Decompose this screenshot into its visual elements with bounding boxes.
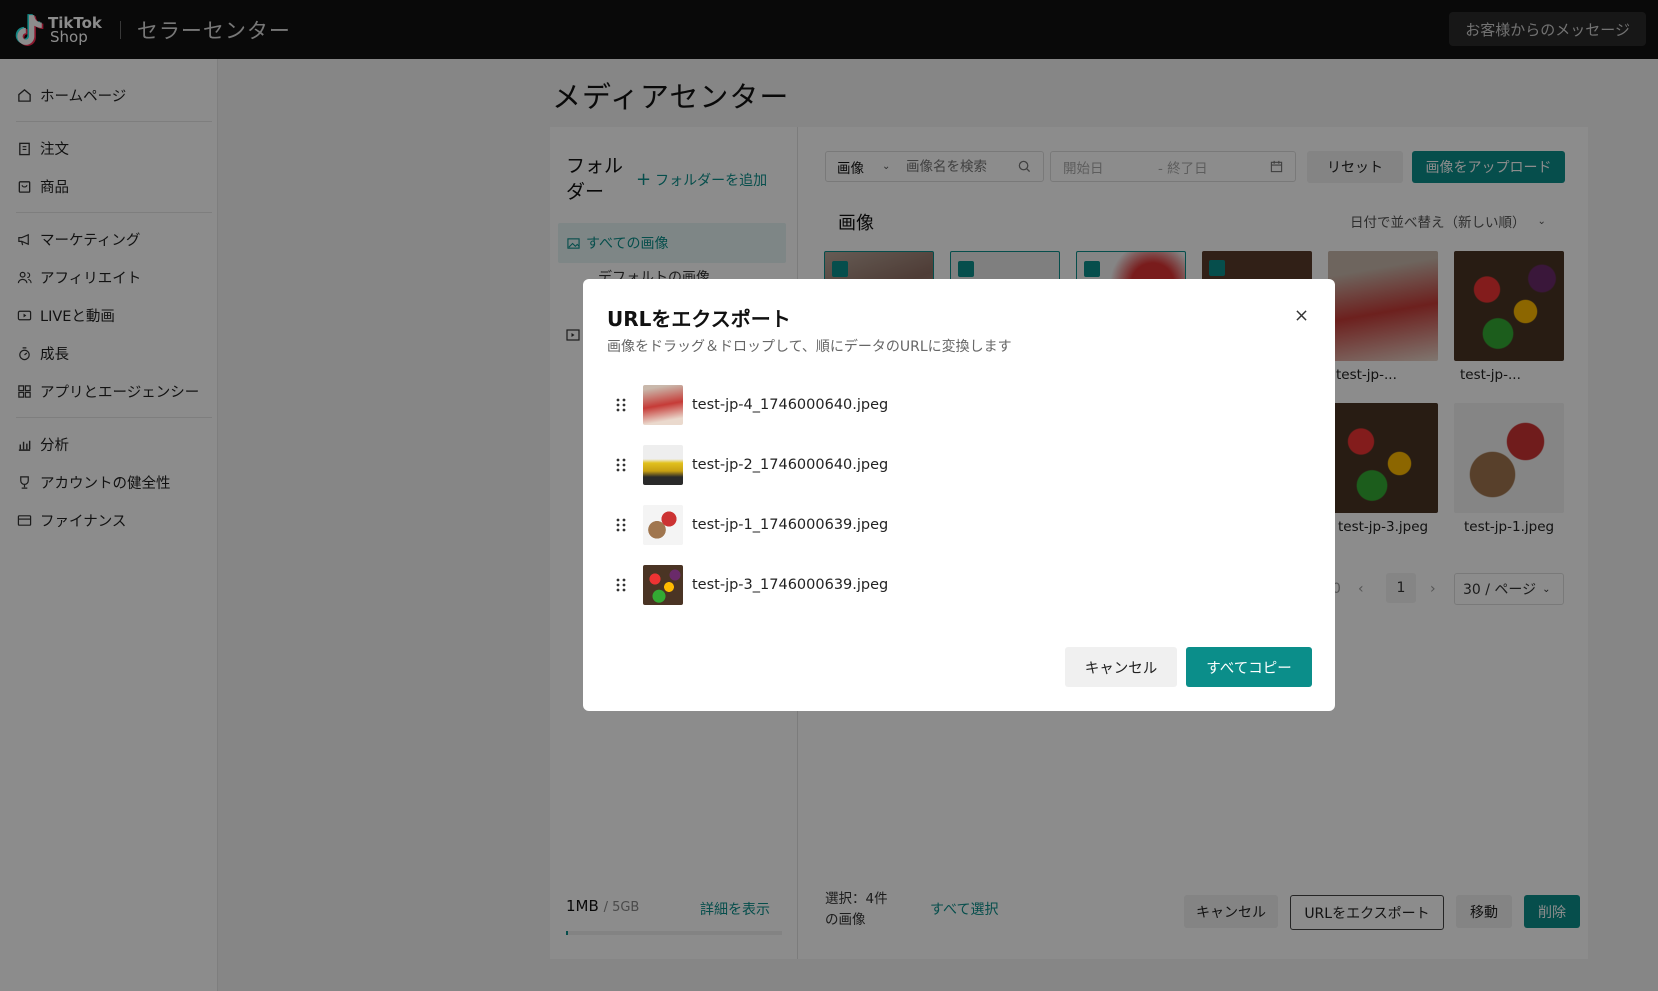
modal-title: URLをエクスポート <box>607 307 791 331</box>
drag-handle-icon[interactable] <box>615 577 627 593</box>
file-name: test-jp-4_1746000640.jpeg <box>692 397 889 413</box>
file-row[interactable]: test-jp-2_1746000640.jpeg <box>615 444 888 486</box>
drag-handle-icon[interactable] <box>615 397 627 413</box>
copy-all-button[interactable]: すべてコピー <box>1186 647 1312 687</box>
export-urls-modal: URLをエクスポート 画像をドラッグ＆ドロップして、順にデータのURLに変換しま… <box>583 279 1335 711</box>
modal-cancel-button[interactable]: キャンセル <box>1065 647 1177 687</box>
file-thumbnail <box>643 385 683 425</box>
close-icon[interactable] <box>1291 305 1311 325</box>
file-row[interactable]: test-jp-3_1746000639.jpeg <box>615 564 888 606</box>
drag-handle-icon[interactable] <box>615 517 627 533</box>
file-name: test-jp-3_1746000639.jpeg <box>692 577 889 593</box>
file-thumbnail <box>643 565 683 605</box>
modal-subtitle: 画像をドラッグ＆ドロップして、順にデータのURLに変換します <box>607 339 1012 355</box>
file-thumbnail <box>643 445 683 485</box>
drag-handle-icon[interactable] <box>615 457 627 473</box>
file-name: test-jp-1_1746000639.jpeg <box>692 517 889 533</box>
file-thumbnail <box>643 505 683 545</box>
file-name: test-jp-2_1746000640.jpeg <box>692 457 889 473</box>
file-row[interactable]: test-jp-1_1746000639.jpeg <box>615 504 888 546</box>
file-row[interactable]: test-jp-4_1746000640.jpeg <box>615 384 888 426</box>
